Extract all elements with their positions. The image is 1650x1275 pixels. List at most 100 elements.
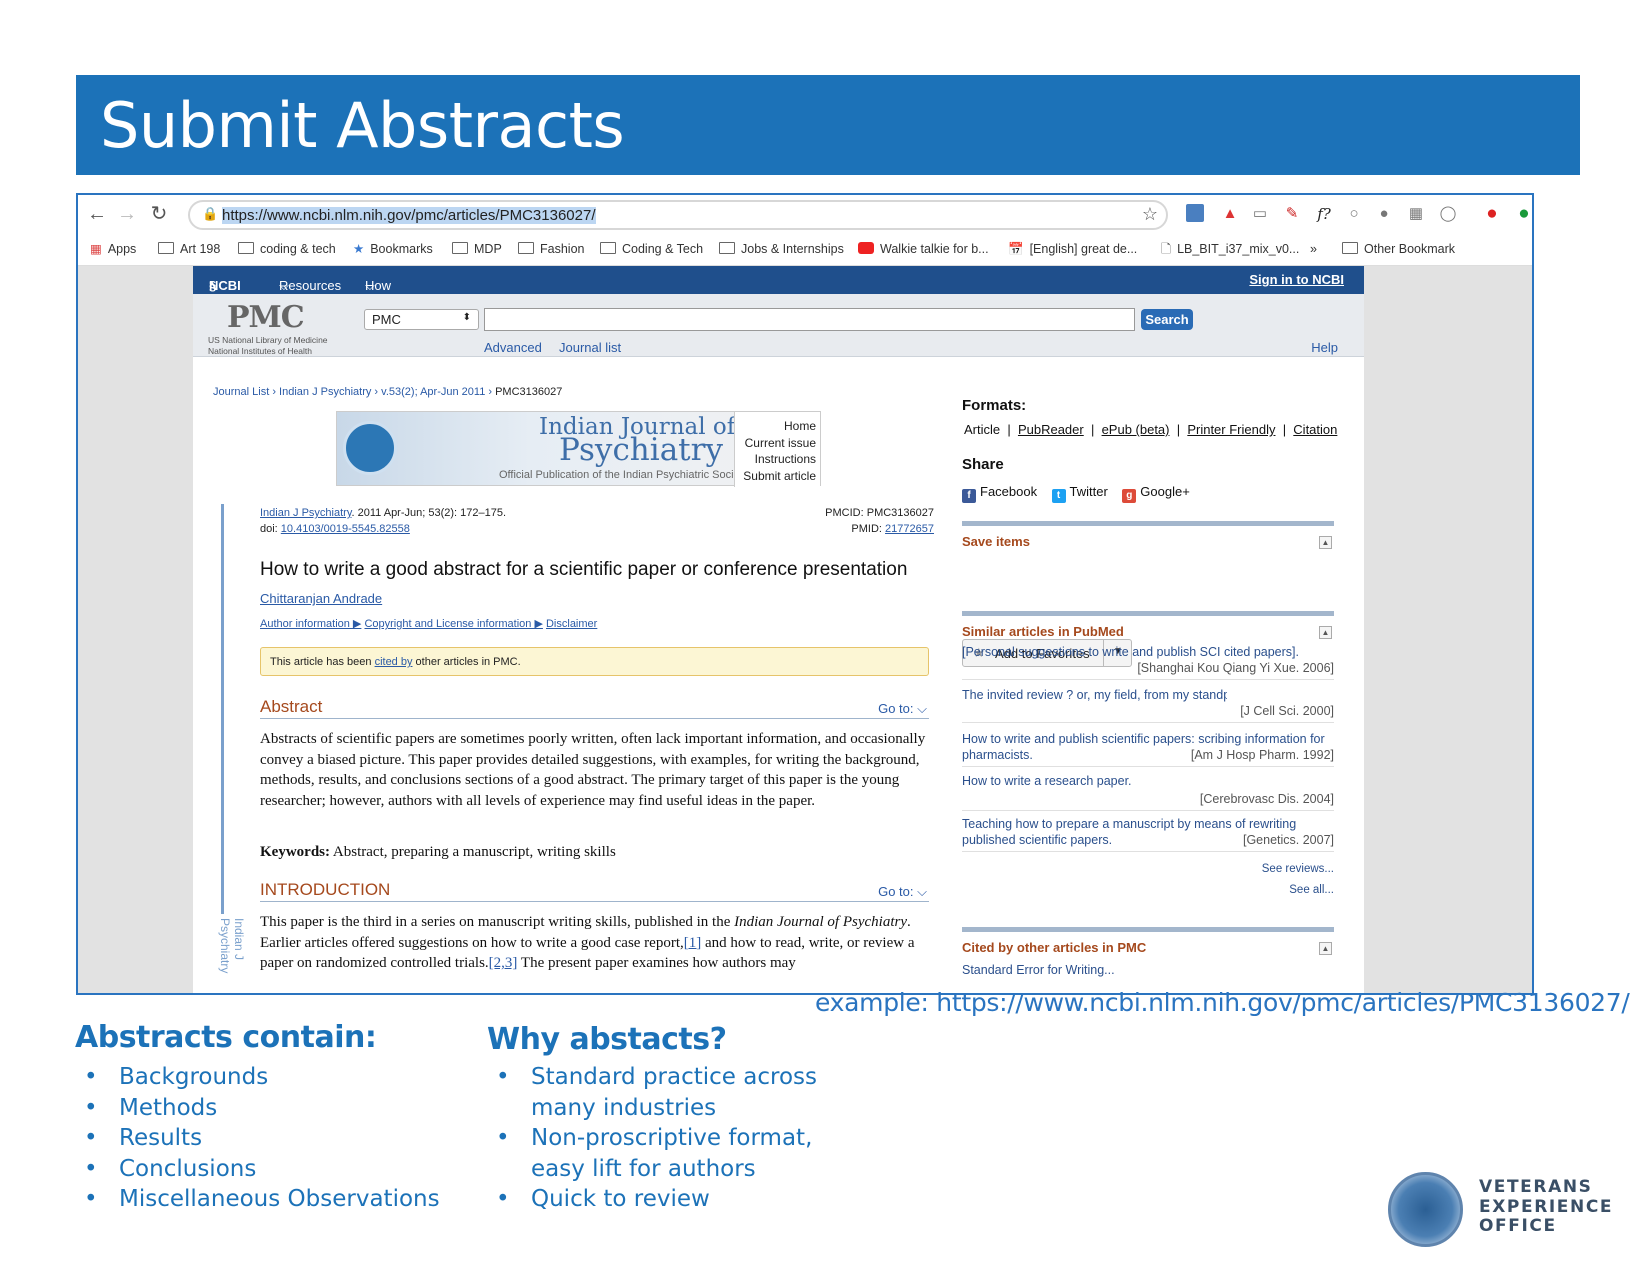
back-icon[interactable]: ← — [86, 203, 108, 225]
database-select[interactable]: PMC ⬍ — [364, 309, 479, 330]
drive-extension-icon[interactable]: ▲ — [1220, 204, 1240, 224]
similar-article[interactable]: How to write and publish scientific pape… — [962, 732, 1334, 767]
bookmark-star-icon[interactable]: ☆ — [1142, 204, 1158, 225]
similar-article[interactable]: How to write a research paper. [Cerebrova… — [962, 774, 1334, 811]
bookmark-folder[interactable]: Coding & Tech — [600, 239, 703, 259]
chevron-down-icon: ⌵ — [365, 278, 375, 293]
sign-in-link[interactable]: Sign in to NCBI — [1249, 272, 1344, 287]
address-url[interactable]: https://www.ncbi.nlm.nih.gov/pmc/article… — [222, 207, 596, 224]
journal-current-issue-link[interactable]: Current issue — [735, 435, 816, 452]
citation-journal-link[interactable]: Indian J Psychiatry — [260, 507, 352, 519]
green-extension-icon[interactable]: ● — [1514, 204, 1532, 224]
pmid-link[interactable]: 21772657 — [885, 523, 934, 535]
journal-list-link[interactable]: Journal list — [559, 340, 621, 355]
introduction-text: This paper is the third in a series on m… — [260, 914, 915, 971]
slide-title-banner: Submit Abstracts — [76, 75, 1580, 175]
similar-article[interactable]: Teaching how to prepare a manuscript by … — [962, 817, 1334, 852]
formats-links: Article | PubReader | ePub (beta) | Prin… — [964, 422, 1338, 437]
cast-extension-icon[interactable]: ▭ — [1250, 204, 1270, 224]
profile-extension-icon[interactable]: ● — [1482, 204, 1502, 224]
reference-link[interactable]: [2,3] — [489, 955, 518, 971]
search-button[interactable]: Search — [1141, 309, 1193, 330]
journal-home-link[interactable]: Home — [735, 418, 816, 435]
lock-icon: 🔒 — [202, 206, 219, 221]
gear-extension-icon[interactable]: ● — [1374, 204, 1394, 224]
journal-instructions-link[interactable]: Instructions — [735, 451, 816, 468]
picker-extension-icon[interactable]: ✎ — [1282, 204, 1302, 224]
doi-link[interactable]: 10.4103/0019-5545.82558 — [281, 523, 410, 535]
puzzle-extension-icon[interactable]: ▦ — [1406, 204, 1426, 224]
crumb-issue[interactable]: v.53(2); Apr-Jun 2011 — [381, 386, 485, 398]
collapse-toggle-icon[interactable]: ▲ — [1319, 626, 1332, 639]
format-citation-link[interactable]: Citation — [1293, 422, 1337, 437]
copyright-link[interactable]: Copyright and License information ▶ — [364, 618, 542, 630]
goto-menu[interactable]: Go to: ⌵ — [878, 701, 927, 717]
bookmark-folder[interactable]: MDP — [452, 239, 502, 259]
doi-line: doi: 10.4103/0019-5545.82558 — [260, 523, 410, 535]
reference-link[interactable]: [1] — [684, 935, 702, 951]
pmc-logo[interactable]: PMC — [227, 300, 305, 335]
format-epub-link[interactable]: ePub (beta) — [1102, 422, 1170, 437]
goto-menu[interactable]: Go to: ⌵ — [878, 884, 927, 900]
list-item: Backgrounds — [75, 1062, 440, 1093]
forward-icon[interactable]: → — [116, 203, 138, 225]
page-icon: 🗋 — [1161, 242, 1172, 256]
cited-by-box: Cited by other articles in PMC ▲ — [962, 927, 1334, 955]
pmc-logo-subtitle: US National Library of Medicine National … — [208, 335, 328, 356]
share-twitter[interactable]: t Twitter — [1051, 484, 1108, 503]
bookmark-other[interactable]: Other Bookmark — [1342, 239, 1455, 259]
reload-icon[interactable]: ↻ — [148, 203, 170, 225]
chevron-down-icon: ⌵ — [279, 278, 289, 293]
list-item: Standard practice across — [487, 1062, 817, 1093]
help-link[interactable]: Help — [1311, 340, 1338, 355]
share-googleplus[interactable]: g Google+ — [1122, 484, 1190, 503]
bookmark-page[interactable]: 📅 [English] great de... — [1008, 239, 1137, 259]
ring-extension-icon[interactable]: ◯ — [1438, 204, 1458, 224]
address-bar[interactable]: 🔒 https://www.ncbi.nlm.nih.gov/pmc/artic… — [188, 200, 1168, 230]
pmcid: PMCID: PMC3136027 — [825, 507, 934, 519]
bookmark-apps[interactable]: ▦ Apps — [90, 239, 136, 259]
journal-submit-link[interactable]: Submit article — [735, 468, 816, 485]
bookmark-folder[interactable]: Fashion — [518, 239, 584, 259]
bookmark-folder[interactable]: coding & tech — [238, 239, 336, 259]
keywords-line: Keywords: Abstract, preparing a manuscri… — [260, 844, 616, 860]
author-information-link[interactable]: Author information ▶ — [260, 618, 361, 630]
circle-extension-icon[interactable]: ○ — [1344, 204, 1364, 224]
similar-article[interactable]: The invited review ? or, my field, from … — [962, 688, 1334, 723]
bookmark-bookmarks[interactable]: ★ Bookmarks — [353, 239, 433, 259]
cited-by-link[interactable]: cited by — [375, 656, 413, 668]
chevron-down-icon: ⌵ — [917, 884, 927, 899]
advanced-link[interactable]: Advanced — [484, 340, 542, 355]
abstracts-contain-heading: Abstracts contain: — [75, 1020, 377, 1055]
disclaimer-link[interactable]: Disclaimer — [546, 618, 597, 630]
bookmark-page[interactable]: 🗋 LB_BIT_i37_mix_v0... — [1161, 239, 1299, 259]
format-pubreader-link[interactable]: PubReader — [1018, 422, 1084, 437]
format-printer-link[interactable]: Printer Friendly — [1187, 422, 1275, 437]
abstract-heading: Abstract — [260, 697, 323, 716]
crumb-journal[interactable]: Indian J Psychiatry — [279, 386, 371, 398]
crumb-journal-list[interactable]: Journal List — [213, 386, 269, 398]
cited-article[interactable]: Standard Error for Writing... — [962, 963, 1334, 977]
share-facebook[interactable]: f Facebook — [962, 484, 1037, 503]
collapse-toggle-icon[interactable]: ▲ — [1319, 942, 1332, 955]
bookmark-youtube[interactable]: Walkie talkie for b... — [858, 239, 989, 259]
facebook-icon: f — [962, 489, 976, 503]
bookmark-folder[interactable]: Art 198 — [158, 239, 220, 259]
search-input[interactable] — [484, 308, 1135, 331]
similar-article[interactable]: [Personal suggestions to write and publi… — [962, 645, 1334, 680]
pmid-line: PMID: 21772657 — [851, 523, 934, 535]
see-all-link[interactable]: See all... — [962, 884, 1334, 896]
bookmarks-overflow[interactable]: » — [1310, 239, 1317, 259]
author-link[interactable]: Chittaranjan Andrade — [260, 591, 382, 606]
bookmark-folder[interactable]: Jobs & Internships — [719, 239, 844, 259]
chevron-down-icon: ⌵ — [917, 701, 927, 716]
see-reviews-link[interactable]: See reviews... — [962, 863, 1334, 875]
web-page: § NCBI Resources ⌵ How To ⌵ Sign in to N… — [193, 266, 1364, 993]
youtube-icon — [858, 242, 874, 254]
calendar-extension-icon[interactable] — [1186, 204, 1204, 222]
collapse-toggle-icon[interactable]: ▲ — [1319, 536, 1332, 549]
formula-extension-icon[interactable]: f? — [1314, 204, 1334, 224]
share-heading: Share — [962, 456, 1004, 473]
journal-tagline: Official Publication of the Indian Psych… — [499, 469, 749, 481]
folder-icon — [158, 242, 174, 254]
